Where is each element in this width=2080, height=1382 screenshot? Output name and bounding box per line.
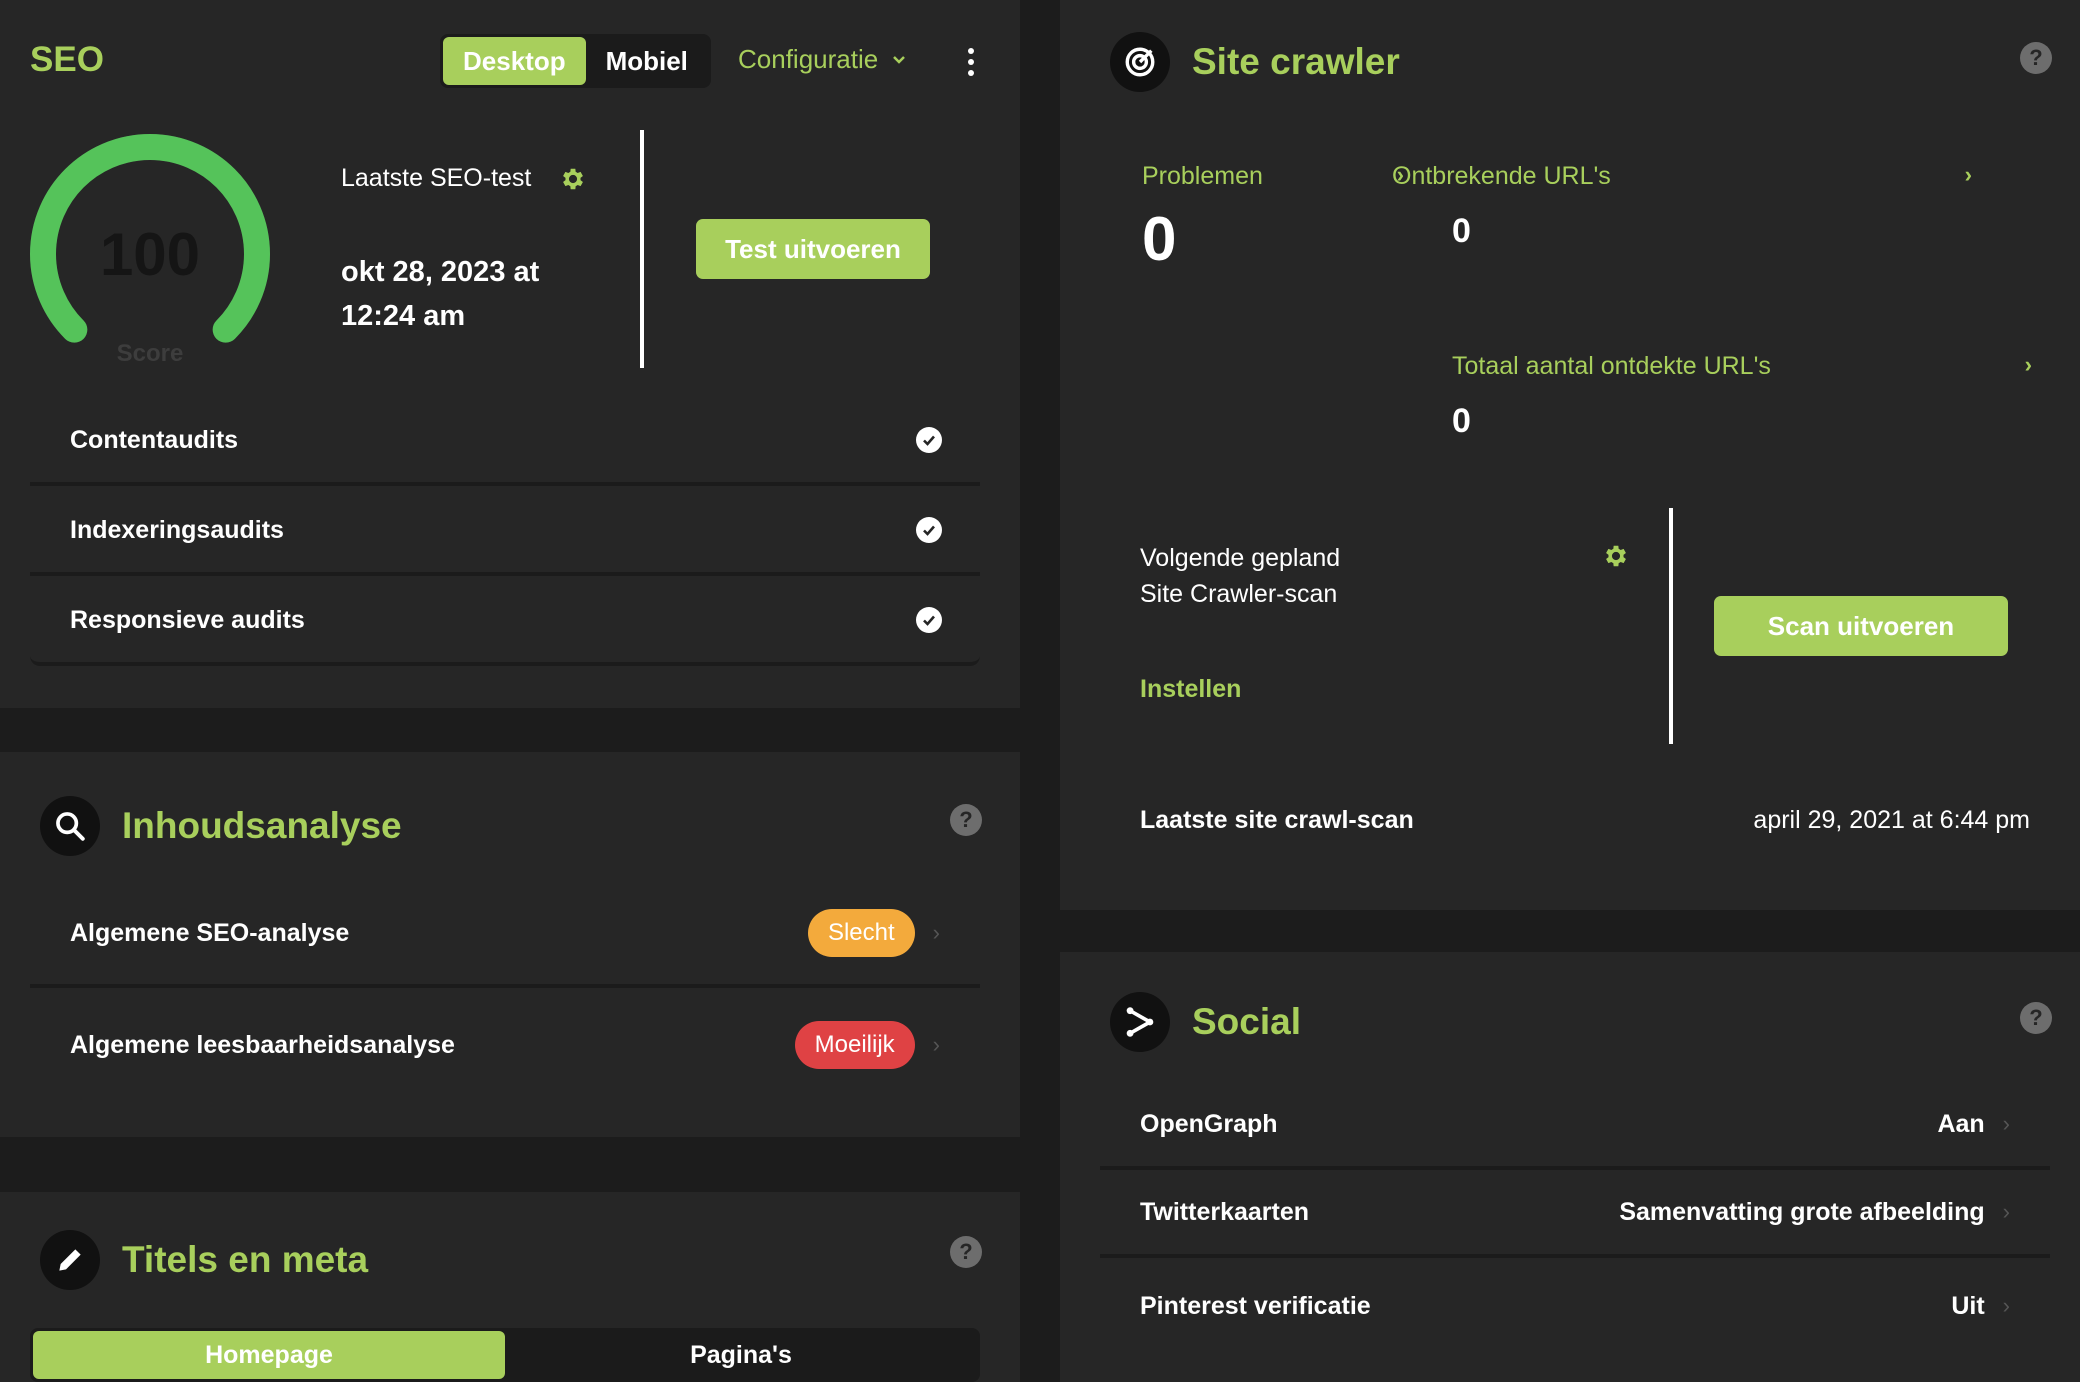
tab-homepage[interactable]: Homepage bbox=[33, 1331, 505, 1379]
config-label: Configuratie bbox=[738, 44, 879, 74]
chevron-right-icon: › bbox=[2002, 1293, 2010, 1318]
social-panel: Social ? OpenGraph Aan › Twitterkaarten … bbox=[1060, 952, 2080, 1382]
section-title: Titels en meta bbox=[122, 1239, 369, 1280]
analysis-row-seo[interactable]: Algemene SEO-analyse Slecht › bbox=[30, 882, 980, 988]
device-toggle: Desktop Mobiel bbox=[440, 34, 711, 88]
divider bbox=[1669, 508, 1673, 744]
totaal-value: 0 bbox=[1452, 402, 1471, 440]
check-circle-icon bbox=[916, 427, 942, 453]
share-icon bbox=[1110, 992, 1170, 1052]
chevron-down-icon bbox=[893, 55, 906, 64]
audit-label: Indexeringsaudits bbox=[70, 515, 284, 544]
content-analysis-header: Inhoudsanalyse bbox=[40, 796, 402, 856]
run-test-button[interactable]: Test uitvoeren bbox=[696, 219, 930, 279]
tab-paginas[interactable]: Pagina's bbox=[505, 1331, 977, 1379]
site-crawler-panel: Site crawler ? Problemen › 0 Ontbrekende… bbox=[1060, 0, 2080, 910]
social-value: Uit bbox=[1951, 1291, 1985, 1320]
totaal-label: Totaal aantal ontdekte URL's bbox=[1452, 352, 1771, 380]
social-label: Pinterest verificatie bbox=[1140, 1291, 1371, 1320]
scan-button[interactable]: Scan uitvoeren bbox=[1714, 596, 2008, 656]
audit-row-indexing[interactable]: Indexeringsaudits bbox=[30, 488, 980, 576]
last-scan-value: april 29, 2021 at 6:44 pm bbox=[1753, 806, 2030, 834]
next-scan-line2: Site Crawler-scan bbox=[1140, 580, 1338, 608]
check-circle-icon bbox=[916, 607, 942, 633]
next-scan-text: Volgende gepland Site Crawler-scan bbox=[1140, 540, 1340, 612]
chevron-right-icon: › bbox=[2024, 352, 2032, 377]
help-icon[interactable]: ? bbox=[2020, 1002, 2052, 1034]
score-gauge: 100 Score bbox=[30, 134, 270, 374]
social-header: Social bbox=[1110, 992, 1301, 1052]
search-icon bbox=[40, 796, 100, 856]
content-analysis-panel: Inhoudsanalyse ? Algemene SEO-analyse Sl… bbox=[0, 752, 1020, 1137]
social-value: Aan bbox=[1937, 1109, 1985, 1138]
section-title: Inhoudsanalyse bbox=[122, 805, 402, 846]
next-scan-line1: Volgende gepland bbox=[1140, 544, 1341, 572]
last-test-label: Laatste SEO-test bbox=[341, 164, 532, 192]
titles-tabs: Homepage Pagina's bbox=[30, 1328, 980, 1382]
last-scan-label: Laatste site crawl-scan bbox=[1140, 806, 1414, 834]
status-badge: Moeilijk bbox=[794, 1021, 915, 1069]
more-menu-icon[interactable] bbox=[968, 48, 974, 76]
analysis-label: Algemene leesbaarheidsanalyse bbox=[70, 1030, 455, 1059]
check-circle-icon bbox=[916, 517, 942, 543]
tab-desktop[interactable]: Desktop bbox=[443, 37, 586, 85]
social-row-opengraph[interactable]: OpenGraph Aan › bbox=[1100, 1082, 2050, 1170]
social-value: Samenvatting grote afbeelding bbox=[1619, 1197, 1985, 1226]
chevron-right-icon: › bbox=[932, 920, 940, 945]
help-icon[interactable]: ? bbox=[2020, 42, 2052, 74]
ontbrekende-link[interactable]: Ontbrekende URL's › bbox=[1392, 162, 1972, 191]
config-dropdown[interactable]: Configuratie bbox=[738, 44, 906, 75]
problemen-value: 0 bbox=[1142, 205, 1177, 274]
site-crawler-header: Site crawler bbox=[1110, 32, 1400, 92]
chevron-right-icon: › bbox=[2002, 1111, 2010, 1136]
last-test-date-line1: okt 28, 2023 at bbox=[341, 256, 540, 288]
chevron-right-icon: › bbox=[2002, 1199, 2010, 1224]
help-icon[interactable]: ? bbox=[950, 1236, 982, 1268]
ontbrekende-value: 0 bbox=[1452, 212, 1471, 250]
last-scan-row: Laatste site crawl-scan april 29, 2021 a… bbox=[1140, 806, 2030, 835]
divider bbox=[640, 130, 644, 368]
titles-meta-panel: Titels en meta ? Homepage Pagina's bbox=[0, 1192, 1020, 1382]
score-value: 100 bbox=[99, 221, 201, 288]
problemen-label: Problemen bbox=[1142, 162, 1263, 190]
last-test-header: Laatste SEO-test bbox=[341, 164, 587, 193]
audit-row-content[interactable]: Contentaudits bbox=[30, 398, 980, 486]
totaal-link[interactable]: Totaal aantal ontdekte URL's › bbox=[1452, 352, 2032, 381]
chevron-right-icon: › bbox=[1964, 162, 1972, 187]
social-label: Twitterkaarten bbox=[1140, 1197, 1310, 1226]
section-title: Site crawler bbox=[1192, 41, 1400, 82]
problemen-link[interactable]: Problemen › bbox=[1142, 162, 1404, 191]
pencil-icon bbox=[40, 1230, 100, 1290]
seo-panel: SEO Desktop Mobiel Configuratie 100 Scor… bbox=[0, 0, 1020, 708]
last-test-date-line2: 12:24 am bbox=[341, 300, 466, 332]
social-row-twitter[interactable]: Twitterkaarten Samenvatting grote afbeel… bbox=[1100, 1170, 2050, 1258]
gear-icon[interactable] bbox=[1602, 542, 1630, 570]
titles-meta-header: Titels en meta bbox=[40, 1230, 368, 1290]
chevron-right-icon: › bbox=[932, 1032, 940, 1057]
ontbrekende-label: Ontbrekende URL's bbox=[1392, 162, 1611, 190]
audit-label: Contentaudits bbox=[70, 425, 239, 454]
status-badge: Slecht bbox=[807, 909, 915, 957]
tab-mobiel[interactable]: Mobiel bbox=[586, 37, 708, 85]
help-icon[interactable]: ? bbox=[950, 804, 982, 836]
audit-label: Responsieve audits bbox=[70, 605, 305, 634]
analysis-label: Algemene SEO-analyse bbox=[70, 918, 350, 947]
social-row-pinterest[interactable]: Pinterest verificatie Uit › bbox=[1100, 1262, 2050, 1350]
target-icon bbox=[1110, 32, 1170, 92]
gear-icon[interactable] bbox=[559, 165, 587, 193]
social-label: OpenGraph bbox=[1140, 1109, 1278, 1138]
last-test-date: okt 28, 2023 at 12:24 am bbox=[341, 250, 539, 338]
seo-title: SEO bbox=[30, 40, 104, 79]
audit-row-responsive[interactable]: Responsieve audits bbox=[30, 578, 980, 666]
section-title: Social bbox=[1192, 1001, 1301, 1042]
analysis-row-readability[interactable]: Algemene leesbaarheidsanalyse Moeilijk › bbox=[30, 992, 980, 1098]
score-label: Score bbox=[116, 340, 184, 367]
instellen-link[interactable]: Instellen bbox=[1140, 675, 1241, 704]
